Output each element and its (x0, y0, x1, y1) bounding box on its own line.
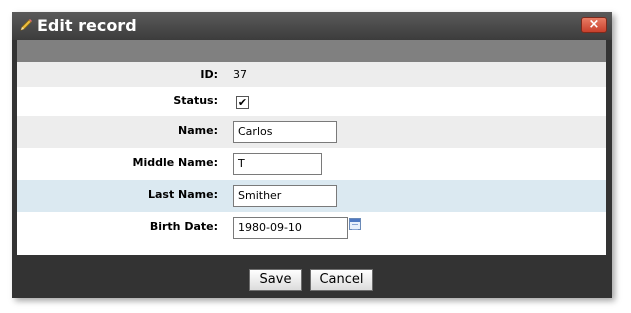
form-row-middle-name: Middle Name: T (17, 148, 606, 180)
edit-record-dialog: Edit record × ID: 37 Status: ✔ Name: Car… (12, 12, 612, 298)
name-label: Name: (178, 124, 218, 137)
birth-date-label: Birth Date: (149, 220, 218, 233)
save-button[interactable]: Save (249, 269, 302, 291)
close-button[interactable]: × (581, 17, 607, 33)
birth-date-input[interactable]: 1980-09-10 (233, 217, 348, 239)
close-icon: × (588, 17, 600, 32)
dialog-title: Edit record (37, 16, 137, 35)
cancel-button[interactable]: Cancel (310, 269, 373, 291)
form-row-name: Name: Carlos (17, 116, 606, 148)
title-bar[interactable]: Edit record × (12, 12, 612, 40)
middle-name-label: Middle Name: (132, 156, 218, 169)
panel-header-strip (17, 40, 606, 62)
form-row-id: ID: 37 (17, 62, 606, 87)
dialog-body: ID: 37 Status: ✔ Name: Carlos Middle Nam… (17, 40, 606, 296)
middle-name-input[interactable]: T (233, 153, 322, 175)
name-input[interactable]: Carlos (233, 121, 337, 143)
checkmark-icon: ✔ (237, 96, 248, 109)
form-row-birth-date: Birth Date: 1980-09-10 (17, 212, 606, 255)
record-form: ID: 37 Status: ✔ Name: Carlos Middle Nam… (17, 62, 606, 255)
pencil-icon (18, 17, 34, 33)
id-label: ID: (200, 68, 218, 81)
last-name-input[interactable]: Smither (233, 185, 337, 207)
last-name-label: Last Name: (147, 188, 218, 201)
form-row-last-name: Last Name: Smither (17, 180, 606, 212)
status-checkbox[interactable]: ✔ (236, 96, 249, 109)
status-label: Status: (173, 94, 218, 107)
id-value: 37 (233, 68, 247, 81)
form-row-status: Status: ✔ (17, 87, 606, 116)
calendar-icon[interactable] (349, 218, 361, 230)
